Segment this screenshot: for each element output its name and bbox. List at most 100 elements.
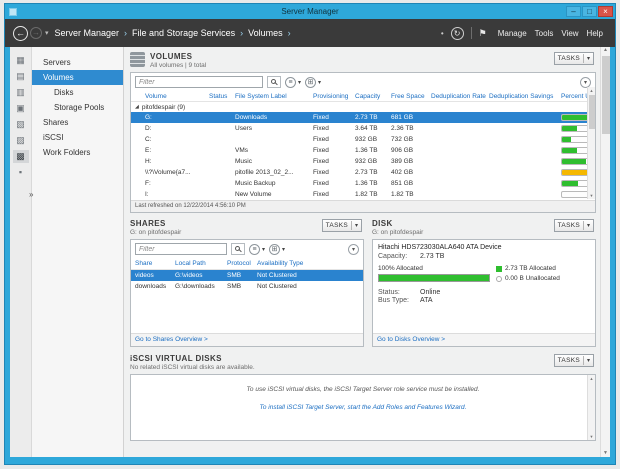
sidebar-item[interactable]: Volumes — [32, 70, 123, 85]
collapse-panel-icon[interactable]: ▾ — [348, 244, 359, 255]
hyper-v-icon[interactable]: ▧ — [13, 118, 29, 131]
column-capacity[interactable]: Capacity — [355, 93, 391, 100]
volumes-tasks-button[interactable]: TASKS ▾ — [554, 52, 594, 65]
menu-item[interactable]: Tools — [531, 29, 558, 38]
scroll-up-icon[interactable]: ▲ — [588, 375, 595, 382]
volume-row[interactable]: G: Downloads Fixed 2.73 TB 681 GB — [131, 112, 595, 123]
column-provisioning[interactable]: Provisioning — [313, 93, 355, 100]
shares-table-body: videos G:\videos SMB Not Clustered downl… — [131, 270, 363, 292]
free-space-cell: 402 GB — [391, 169, 431, 176]
column-dedup-rate[interactable]: Deduplication Rate — [431, 93, 489, 100]
iscsi-install-link[interactable]: To install iSCSI Target Server, start th… — [260, 404, 467, 411]
scroll-down-icon[interactable]: ▼ — [588, 192, 595, 199]
maximize-button[interactable]: □ — [582, 6, 597, 17]
sidebar-item[interactable]: iSCSI — [32, 130, 123, 145]
column-status[interactable]: Status — [209, 93, 235, 100]
column-local-path[interactable]: Local Path — [175, 260, 227, 267]
column-share[interactable]: Share — [135, 260, 175, 267]
all-servers-icon[interactable]: ▥ — [13, 86, 29, 99]
minimize-button[interactable]: – — [566, 6, 581, 17]
share-row[interactable]: downloads G:\downloads SMB Not Clustered — [131, 281, 363, 292]
refresh-icon[interactable]: ↻ — [451, 27, 464, 40]
volumes-table-header: Volume Status File System Label Provisio… — [131, 91, 595, 102]
volume-row[interactable]: H: Music Fixed 932 GB 389 GB — [131, 156, 595, 167]
filter-menu-button[interactable]: ≡ ▾ — [285, 77, 301, 88]
volumes-scrollbar[interactable]: ▲ ▼ — [587, 87, 595, 199]
iscsi-scrollbar[interactable]: ▲ ▼ — [587, 375, 595, 440]
chevron-down-icon: ▾ — [318, 79, 321, 86]
file-storage-services-icon[interactable]: ▩ — [13, 150, 29, 163]
bus-type-label: Bus Type: — [378, 297, 420, 304]
file-print-services-icon[interactable]: ▣ — [13, 102, 29, 115]
breadcrumb-root[interactable]: Server Manager — [55, 28, 120, 38]
scroll-up-icon[interactable]: ▲ — [588, 87, 595, 94]
volume-row[interactable]: E: VMs Fixed 1.36 TB 906 GB — [131, 145, 595, 156]
shares-overview-link[interactable]: Go to Shares Overview > — [135, 336, 208, 343]
notifications-flag-icon[interactable]: ⚑ — [479, 28, 487, 39]
column-protocol[interactable]: Protocol — [227, 260, 257, 267]
capacity-cell: 1.36 TB — [355, 180, 391, 187]
scroll-down-icon[interactable]: ▼ — [601, 450, 610, 457]
sidebar-item[interactable]: Disks — [32, 85, 123, 100]
free-space-cell: 906 GB — [391, 147, 431, 154]
sidebar-item[interactable]: Storage Pools — [32, 100, 123, 115]
breadcrumb-section[interactable]: File and Storage Services — [132, 28, 235, 38]
volume-row[interactable]: I: New Volume Fixed 1.82 TB 1.82 TB — [131, 189, 595, 200]
group-menu-button[interactable]: ⊞ ▾ — [269, 244, 285, 255]
filter-menu-button[interactable]: ≡ ▾ — [249, 244, 265, 255]
rail-expand-chevron-icon[interactable]: » — [29, 190, 33, 199]
menu-item[interactable]: View — [557, 29, 582, 38]
sidebar-item[interactable]: Shares — [32, 115, 123, 130]
volume-row[interactable]: C: Fixed 932 GB 732 GB — [131, 134, 595, 145]
scroll-up-icon[interactable]: ▲ — [601, 47, 610, 54]
menu-item[interactable]: Manage — [494, 29, 531, 38]
percent-used-bar-fill — [562, 159, 586, 164]
notification-dot-icon: • — [441, 29, 444, 38]
disk-tasks-button[interactable]: TASKS ▾ — [554, 219, 594, 232]
disk-section: DISK G: on pitofdespair TASKS ▾ Hitachi … — [372, 219, 596, 347]
volumes-title: VOLUMES — [150, 52, 206, 61]
scrollbar-thumb[interactable] — [589, 95, 595, 129]
search-icon[interactable] — [231, 243, 245, 255]
sidebar-item[interactable]: Servers — [32, 55, 123, 70]
group-menu-button[interactable]: ⊞ ▾ — [305, 77, 321, 88]
volume-row[interactable]: \\?\Volume{a7... pitofile 2013_02_2... F… — [131, 167, 595, 178]
remote-access-icon[interactable]: ▨ — [13, 134, 29, 147]
back-button[interactable]: ← — [13, 26, 28, 41]
main-scrollbar[interactable]: ▲ ▼ — [600, 47, 610, 457]
scrollbar-thumb[interactable] — [602, 56, 610, 134]
forward-button[interactable]: → — [30, 27, 42, 39]
disks-overview-link[interactable]: Go to Disks Overview > — [377, 336, 445, 343]
free-space-cell: 681 GB — [391, 114, 431, 121]
title-bar: Server Manager – □ × — [5, 4, 615, 19]
dashboard-icon[interactable]: ▦ — [13, 54, 29, 67]
column-availability[interactable]: Availability Type — [257, 260, 363, 267]
sidebar-item[interactable]: Work Folders — [32, 145, 123, 160]
column-dedup-savings[interactable]: Deduplication Savings — [489, 93, 561, 100]
breadcrumb-page[interactable]: Volumes — [248, 28, 283, 38]
volumes-group-row[interactable]: ◢ pitofdespair (9) — [131, 102, 595, 112]
share-row[interactable]: videos G:\videos SMB Not Clustered — [131, 270, 363, 281]
window-title: Server Manager — [5, 7, 615, 16]
iscsi-tasks-button[interactable]: TASKS ▾ — [554, 354, 594, 367]
close-button[interactable]: × — [598, 6, 613, 17]
volume-row[interactable]: D: Users Fixed 3.64 TB 2.36 TB — [131, 123, 595, 134]
menu-item[interactable]: Help — [583, 29, 607, 38]
shares-tasks-button[interactable]: TASKS ▾ — [322, 219, 362, 232]
volumes-panel: ≡ ▾ ⊞ ▾ ▾ Volume Status File System Labe… — [130, 72, 596, 213]
column-volume[interactable]: Volume — [145, 93, 209, 100]
volume-row[interactable]: F: Music Backup Fixed 1.36 TB 851 GB — [131, 178, 595, 189]
performance-icon[interactable]: ▪ — [13, 166, 29, 179]
availability-cell: Not Clustered — [257, 283, 363, 290]
column-free-space[interactable]: Free Space — [391, 93, 431, 100]
disk-title: DISK — [372, 219, 423, 228]
search-icon[interactable] — [267, 76, 281, 88]
history-dropdown-icon[interactable]: ▾ — [45, 29, 49, 37]
column-fs-label[interactable]: File System Label — [235, 93, 313, 100]
scroll-down-icon[interactable]: ▼ — [588, 433, 595, 440]
volume-cell: H: — [145, 158, 209, 165]
shares-filter-input[interactable] — [135, 243, 227, 255]
local-server-icon[interactable]: ▤ — [13, 70, 29, 83]
volumes-filter-input[interactable] — [135, 76, 263, 88]
capacity-cell: 932 GB — [355, 136, 391, 143]
